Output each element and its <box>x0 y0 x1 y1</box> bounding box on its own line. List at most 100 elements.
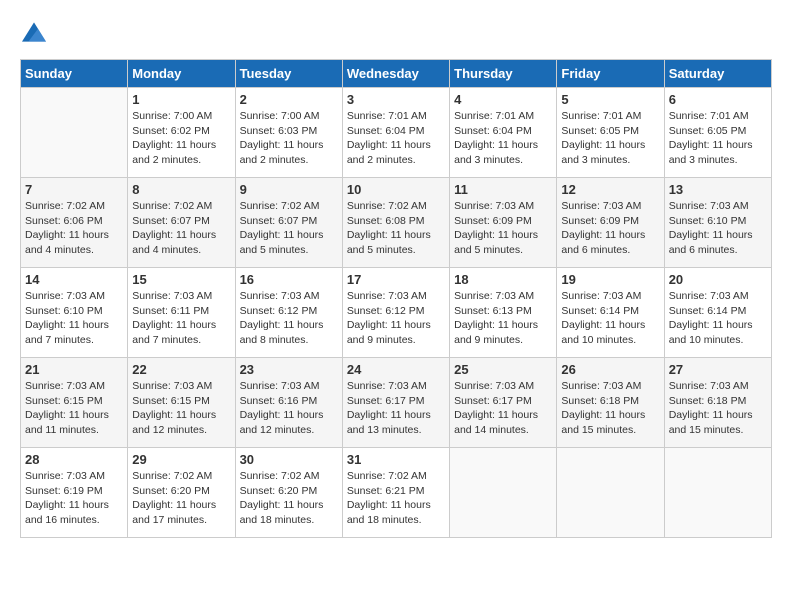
day-info: Sunrise: 7:03 AMSunset: 6:10 PMDaylight:… <box>25 289 123 348</box>
day-cell-5: 5 Sunrise: 7:01 AMSunset: 6:05 PMDaylight… <box>557 88 664 178</box>
day-cell-22: 22 Sunrise: 7:03 AMSunset: 6:15 PMDayligh… <box>128 358 235 448</box>
day-number: 20 <box>669 272 767 287</box>
day-info: Sunrise: 7:03 AMSunset: 6:10 PMDaylight:… <box>669 199 767 258</box>
day-cell-16: 16 Sunrise: 7:03 AMSunset: 6:12 PMDayligh… <box>235 268 342 358</box>
day-number: 17 <box>347 272 445 287</box>
day-number: 21 <box>25 362 123 377</box>
day-info: Sunrise: 7:00 AMSunset: 6:03 PMDaylight:… <box>240 109 338 168</box>
calendar-week-5: 28 Sunrise: 7:03 AMSunset: 6:19 PMDayligh… <box>21 448 772 538</box>
page-header <box>20 20 772 49</box>
day-cell-12: 12Sunrise: 7:03 AMSunset: 6:09 PMDayligh… <box>557 178 664 268</box>
day-info: Sunrise: 7:02 AMSunset: 6:08 PMDaylight:… <box>347 199 445 258</box>
day-info: Sunrise: 7:02 AMSunset: 6:21 PMDaylight:… <box>347 469 445 528</box>
day-number: 22 <box>132 362 230 377</box>
empty-cell <box>21 88 128 178</box>
day-info: Sunrise: 7:02 AMSunset: 6:20 PMDaylight:… <box>132 469 230 528</box>
day-number: 28 <box>25 452 123 467</box>
day-cell-11: 11Sunrise: 7:03 AMSunset: 6:09 PMDayligh… <box>450 178 557 268</box>
day-info: Sunrise: 7:03 AMSunset: 6:12 PMDaylight:… <box>347 289 445 348</box>
day-cell-20: 20 Sunrise: 7:03 AMSunset: 6:14 PMDayligh… <box>664 268 771 358</box>
day-cell-31: 31 Sunrise: 7:02 AMSunset: 6:21 PMDayligh… <box>342 448 449 538</box>
day-cell-13: 13 Sunrise: 7:03 AMSunset: 6:10 PMDayligh… <box>664 178 771 268</box>
day-cell-15: 15 Sunrise: 7:03 AMSunset: 6:11 PMDayligh… <box>128 268 235 358</box>
day-header-wednesday: Wednesday <box>342 60 449 88</box>
day-cell-9: 9 Sunrise: 7:02 AMSunset: 6:07 PMDaylight… <box>235 178 342 268</box>
day-number: 1 <box>132 92 230 107</box>
day-number: 16 <box>240 272 338 287</box>
day-cell-25: 25 Sunrise: 7:03 AMSunset: 6:17 PMDayligh… <box>450 358 557 448</box>
day-number: 5 <box>561 92 659 107</box>
day-cell-4: 4 Sunrise: 7:01 AMSunset: 6:04 PMDaylight… <box>450 88 557 178</box>
day-info: Sunrise: 7:00 AMSunset: 6:02 PMDaylight:… <box>132 109 230 168</box>
day-info: Sunrise: 7:03 AMSunset: 6:18 PMDaylight:… <box>669 379 767 438</box>
calendar-week-3: 14 Sunrise: 7:03 AMSunset: 6:10 PMDayligh… <box>21 268 772 358</box>
day-number: 23 <box>240 362 338 377</box>
day-info: Sunrise: 7:01 AMSunset: 6:05 PMDaylight:… <box>669 109 767 168</box>
day-number: 26 <box>561 362 659 377</box>
calendar-table: SundayMondayTuesdayWednesdayThursdayFrid… <box>20 59 772 538</box>
day-cell-18: 18 Sunrise: 7:03 AMSunset: 6:13 PMDayligh… <box>450 268 557 358</box>
calendar-week-4: 21 Sunrise: 7:03 AMSunset: 6:15 PMDayligh… <box>21 358 772 448</box>
day-info: Sunrise: 7:02 AMSunset: 6:06 PMDaylight:… <box>25 199 123 258</box>
calendar-week-1: 1 Sunrise: 7:00 AMSunset: 6:02 PMDaylight… <box>21 88 772 178</box>
day-info: Sunrise: 7:03 AMSunset: 6:11 PMDaylight:… <box>132 289 230 348</box>
day-cell-29: 29 Sunrise: 7:02 AMSunset: 6:20 PMDayligh… <box>128 448 235 538</box>
day-info: Sunrise: 7:03 AMSunset: 6:18 PMDaylight:… <box>561 379 659 438</box>
day-number: 4 <box>454 92 552 107</box>
day-info: Sunrise: 7:02 AMSunset: 6:07 PMDaylight:… <box>240 199 338 258</box>
day-number: 14 <box>25 272 123 287</box>
day-cell-21: 21 Sunrise: 7:03 AMSunset: 6:15 PMDayligh… <box>21 358 128 448</box>
days-header-row: SundayMondayTuesdayWednesdayThursdayFrid… <box>21 60 772 88</box>
day-number: 30 <box>240 452 338 467</box>
day-info: Sunrise: 7:03 AMSunset: 6:14 PMDaylight:… <box>669 289 767 348</box>
day-info: Sunrise: 7:03 AMSunset: 6:17 PMDaylight:… <box>347 379 445 438</box>
day-cell-17: 17 Sunrise: 7:03 AMSunset: 6:12 PMDayligh… <box>342 268 449 358</box>
day-number: 7 <box>25 182 123 197</box>
day-number: 27 <box>669 362 767 377</box>
day-header-saturday: Saturday <box>664 60 771 88</box>
day-number: 18 <box>454 272 552 287</box>
day-number: 8 <box>132 182 230 197</box>
day-header-thursday: Thursday <box>450 60 557 88</box>
day-info: Sunrise: 7:03 AMSunset: 6:15 PMDaylight:… <box>132 379 230 438</box>
empty-cell <box>664 448 771 538</box>
day-cell-14: 14 Sunrise: 7:03 AMSunset: 6:10 PMDayligh… <box>21 268 128 358</box>
day-number: 25 <box>454 362 552 377</box>
day-cell-6: 6Sunrise: 7:01 AMSunset: 6:05 PMDaylight… <box>664 88 771 178</box>
day-number: 19 <box>561 272 659 287</box>
day-cell-27: 27 Sunrise: 7:03 AMSunset: 6:18 PMDayligh… <box>664 358 771 448</box>
day-cell-28: 28 Sunrise: 7:03 AMSunset: 6:19 PMDayligh… <box>21 448 128 538</box>
day-info: Sunrise: 7:03 AMSunset: 6:12 PMDaylight:… <box>240 289 338 348</box>
day-cell-30: 30Sunrise: 7:02 AMSunset: 6:20 PMDayligh… <box>235 448 342 538</box>
day-info: Sunrise: 7:03 AMSunset: 6:17 PMDaylight:… <box>454 379 552 438</box>
day-number: 24 <box>347 362 445 377</box>
day-number: 29 <box>132 452 230 467</box>
day-number: 31 <box>347 452 445 467</box>
day-info: Sunrise: 7:02 AMSunset: 6:07 PMDaylight:… <box>132 199 230 258</box>
day-cell-1: 1 Sunrise: 7:00 AMSunset: 6:02 PMDaylight… <box>128 88 235 178</box>
day-cell-8: 8 Sunrise: 7:02 AMSunset: 6:07 PMDaylight… <box>128 178 235 268</box>
day-number: 15 <box>132 272 230 287</box>
day-info: Sunrise: 7:01 AMSunset: 6:04 PMDaylight:… <box>454 109 552 168</box>
day-cell-19: 19 Sunrise: 7:03 AMSunset: 6:14 PMDayligh… <box>557 268 664 358</box>
logo-icon <box>22 20 46 44</box>
logo <box>20 20 46 49</box>
day-number: 10 <box>347 182 445 197</box>
day-info: Sunrise: 7:03 AMSunset: 6:14 PMDaylight:… <box>561 289 659 348</box>
day-number: 11 <box>454 182 552 197</box>
day-info: Sunrise: 7:01 AMSunset: 6:05 PMDaylight:… <box>561 109 659 168</box>
day-number: 13 <box>669 182 767 197</box>
calendar-week-2: 7 Sunrise: 7:02 AMSunset: 6:06 PMDaylight… <box>21 178 772 268</box>
day-header-friday: Friday <box>557 60 664 88</box>
day-number: 9 <box>240 182 338 197</box>
day-info: Sunrise: 7:03 AMSunset: 6:16 PMDaylight:… <box>240 379 338 438</box>
day-info: Sunrise: 7:03 AMSunset: 6:15 PMDaylight:… <box>25 379 123 438</box>
day-info: Sunrise: 7:03 AMSunset: 6:13 PMDaylight:… <box>454 289 552 348</box>
day-number: 2 <box>240 92 338 107</box>
day-cell-3: 3Sunrise: 7:01 AMSunset: 6:04 PMDaylight… <box>342 88 449 178</box>
day-header-monday: Monday <box>128 60 235 88</box>
day-header-sunday: Sunday <box>21 60 128 88</box>
day-info: Sunrise: 7:03 AMSunset: 6:19 PMDaylight:… <box>25 469 123 528</box>
day-header-tuesday: Tuesday <box>235 60 342 88</box>
day-cell-7: 7 Sunrise: 7:02 AMSunset: 6:06 PMDaylight… <box>21 178 128 268</box>
